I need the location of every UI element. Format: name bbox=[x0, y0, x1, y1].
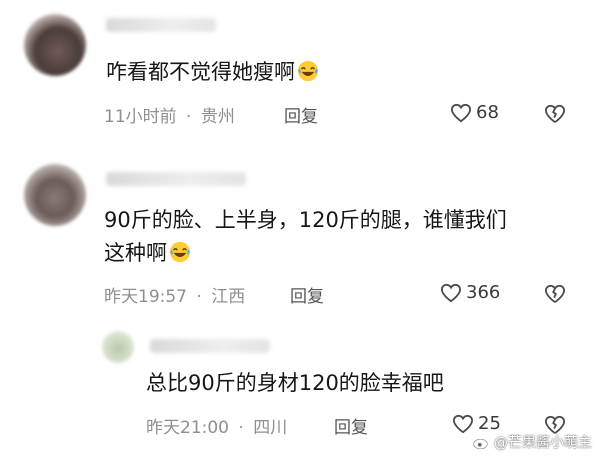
weibo-icon bbox=[473, 436, 490, 449]
heart-icon bbox=[440, 283, 462, 302]
username-blurred[interactable] bbox=[106, 172, 246, 186]
comment-item: 咋看都不觉得她瘦啊 11小时前 · 贵州 回复 68 bbox=[0, 0, 600, 140]
avatar[interactable] bbox=[24, 164, 86, 226]
reply-button[interactable]: 回复 bbox=[284, 102, 318, 127]
like-count: 366 bbox=[466, 282, 501, 303]
laugh-cry-emoji-icon bbox=[297, 60, 319, 82]
comment-location: 江西 bbox=[211, 287, 246, 307]
broken-heart-icon bbox=[545, 284, 565, 303]
comment-text-line: 90斤的脸、上半身，120斤的腿，谁懂我们 bbox=[104, 208, 507, 232]
avatar[interactable] bbox=[24, 14, 86, 76]
meta-separator: · bbox=[196, 287, 202, 307]
watermark-text: @芒果酱小萌主 bbox=[494, 435, 592, 451]
heart-icon bbox=[452, 414, 474, 433]
heart-icon bbox=[450, 103, 472, 122]
comment-meta: 11小时前 · 贵州 bbox=[104, 102, 235, 127]
like-count: 25 bbox=[478, 413, 501, 434]
comment-time: 11小时前 bbox=[104, 107, 177, 127]
reply-button[interactable]: 回复 bbox=[334, 413, 368, 438]
laugh-cry-emoji-icon bbox=[169, 241, 191, 263]
like-count: 68 bbox=[476, 102, 499, 123]
comment-text: 90斤的脸、上半身，120斤的腿，谁懂我们 这种啊 bbox=[104, 204, 507, 270]
comment-text-body: 这种啊 bbox=[104, 241, 167, 265]
meta-separator: · bbox=[238, 418, 244, 438]
comment-item: 90斤的脸、上半身，120斤的腿，谁懂我们 这种啊 昨天19:57 · 江西 回… bbox=[0, 150, 600, 320]
watermark: @芒果酱小萌主 bbox=[473, 432, 592, 452]
avatar[interactable] bbox=[102, 331, 134, 363]
comment-text: 咋看都不觉得她瘦啊 bbox=[106, 56, 319, 89]
comment-text: 总比90斤的身材120的脸幸福吧 bbox=[146, 367, 444, 400]
comment-time: 昨天21:00 bbox=[146, 418, 229, 438]
comment-text-line: 这种啊 bbox=[104, 237, 507, 270]
comment-location: 四川 bbox=[253, 418, 288, 438]
comment-location: 贵州 bbox=[200, 107, 235, 127]
username-blurred[interactable] bbox=[106, 18, 216, 32]
like-button[interactable]: 68 bbox=[450, 102, 499, 123]
comment-text-body: 总比90斤的身材120的脸幸福吧 bbox=[146, 371, 444, 395]
dislike-button[interactable] bbox=[544, 284, 566, 308]
comment-meta: 昨天21:00 · 四川 bbox=[146, 413, 287, 438]
comment-meta: 昨天19:57 · 江西 bbox=[104, 282, 245, 307]
broken-heart-icon bbox=[545, 104, 565, 123]
comment-time: 昨天19:57 bbox=[104, 287, 187, 307]
reply-button[interactable]: 回复 bbox=[290, 282, 324, 307]
username-blurred[interactable] bbox=[150, 339, 270, 353]
like-button[interactable]: 25 bbox=[452, 413, 501, 434]
meta-separator: · bbox=[186, 107, 192, 127]
like-button[interactable]: 366 bbox=[440, 282, 500, 303]
comment-text-body: 咋看都不觉得她瘦啊 bbox=[106, 60, 295, 84]
dislike-button[interactable] bbox=[544, 104, 566, 128]
